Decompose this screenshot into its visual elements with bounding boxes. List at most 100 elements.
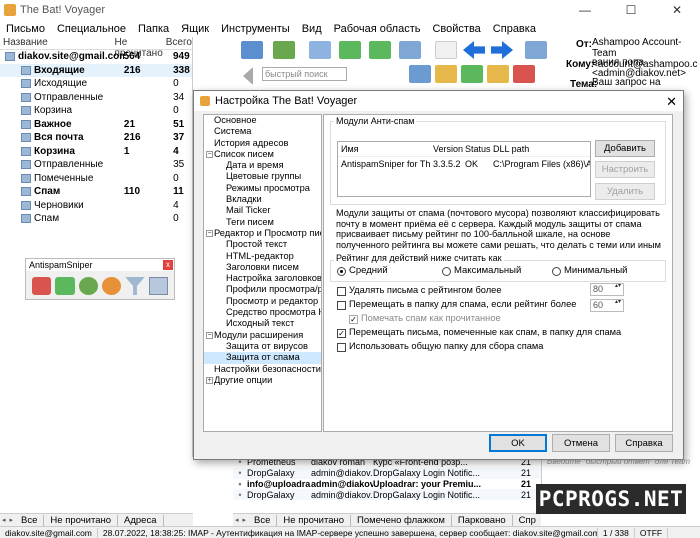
rating-min-label[interactable]: Минимальный [564,265,627,276]
menu-item[interactable]: Инструменты [215,23,296,35]
dialog-close-icon[interactable]: ✕ [666,94,677,110]
delete-spam-label[interactable]: Удалять письма с рейтингом более [349,285,502,295]
menu-item[interactable]: Рабочая область [328,23,427,35]
tab-scroll-left-icon[interactable]: ◂ [233,516,241,524]
settings-tree-item[interactable]: Mail Ticker [204,205,321,216]
settings-tree-item[interactable]: История адресов [204,138,321,149]
settings-tree-item[interactable]: Режимы просмотра [204,183,321,194]
settings-tree-item[interactable]: − Список писем [204,149,321,160]
rating-medium-label[interactable]: Средний [349,265,388,276]
message-row[interactable]: • DropGalaxy admin@diakov.n...DropGalaxy L… [233,489,541,501]
settings-tree-item[interactable]: Теги писем [204,217,321,228]
forward-icon[interactable] [399,41,421,59]
view-tab[interactable]: Все [15,514,45,526]
cancel-button[interactable]: Отмена [552,434,610,452]
settings-tree-item[interactable]: Профили просмотра/ред [204,284,321,295]
view-tab[interactable]: Не прочитано [277,514,352,526]
settings-tree-item[interactable]: Защита от спама [204,352,321,364]
mark-read-checkbox[interactable]: ✓ [349,315,358,324]
rating-min-radio[interactable] [552,267,561,276]
add-icon[interactable] [461,65,483,83]
folder-row[interactable]: Помеченные 0 [0,172,192,186]
move-spam-label[interactable]: Перемещать в папку для спама, если рейти… [349,299,576,309]
settings-tree-item[interactable]: Дата и время [204,160,321,171]
menu-item[interactable]: Вид [296,23,328,35]
rating-medium-radio[interactable] [337,267,346,276]
menu-item[interactable]: Специальное [51,23,132,35]
next-arrow-icon[interactable] [491,41,513,59]
refresh-icon[interactable] [78,277,98,295]
settings-tree-item[interactable]: Защита от вирусов [204,341,321,352]
settings-tree-item[interactable]: Просмотр и редактор пис [204,296,321,307]
filter-icon[interactable] [125,277,145,295]
settings-tree-item[interactable]: −Редактор и Просмотр писем [204,228,321,239]
settings-tree-item[interactable]: Заголовки писем [204,262,321,273]
column-total-header[interactable]: Всего [163,37,192,49]
minimize-button[interactable]: — [562,0,608,20]
column-name-header[interactable]: Название [0,37,112,49]
view-tab[interactable]: Помечено флажком [351,514,452,526]
target-icon[interactable] [101,277,122,295]
folder-row[interactable]: Спам 110 11 [0,185,192,199]
folder-action-icon[interactable] [525,41,547,59]
send-mail-icon[interactable] [273,41,295,59]
menu-item[interactable]: Справка [487,23,542,35]
mark-read-label[interactable]: Помечать спам как прочитанное [361,313,501,323]
to-value[interactable]: вания попа <admin@diakov.net> [592,57,697,79]
menu-item[interactable]: Свойства [426,23,486,35]
tab-scroll-right-icon[interactable]: ▸ [241,516,249,524]
settings-tree-item[interactable]: − Модули расширения [204,330,321,341]
folder-row[interactable]: diakov.site@gmail.com 564 949 [0,50,192,64]
settings-tree-item[interactable]: Средство просмотра HTM [204,307,321,318]
mark-spam-icon[interactable] [32,277,52,295]
configure-module-button[interactable]: Настроить [595,161,655,178]
view-tab[interactable]: Не прочитано [44,514,119,526]
move-spam-checkbox[interactable] [337,301,346,310]
settings-tree-item[interactable]: Система [204,126,321,137]
message-row[interactable]: • DropGalaxy admin@diakov.n...DropGalaxy L… [233,467,541,479]
settings-tree-item[interactable]: Исходный текст [204,318,321,329]
antispamsniper-close-icon[interactable]: x [163,260,173,270]
menu-item[interactable]: Папка [132,23,175,35]
help-button[interactable]: Справка [615,434,673,452]
column-unread-header[interactable]: Не прочитано [112,37,163,59]
folder-row[interactable]: Черновики 4 [0,199,192,213]
folder-row[interactable]: Корзина 1 4 [0,145,192,159]
delete-spam-checkbox[interactable] [337,287,346,296]
col-version[interactable]: Version [430,144,463,154]
col-dll[interactable]: DLL path [490,144,590,154]
remove-module-button[interactable]: Удалить [595,183,655,200]
statistics-icon[interactable] [148,277,169,295]
view-tab[interactable]: Спр [513,515,541,526]
maximize-button[interactable]: ☐ [608,0,654,20]
common-folder-label[interactable]: Использовать общую папку для сбора спама [349,341,543,351]
module-row[interactable]: AntispamSniper for The ... 3.3.5.2 OK C:… [338,157,590,171]
settings-tree-item[interactable]: HTML-редактор [204,251,321,262]
address-book-icon[interactable] [409,65,431,83]
settings-icon[interactable] [513,65,535,83]
new-folder-icon[interactable] [435,65,457,83]
quick-search-input[interactable]: быстрый поиск [262,67,347,81]
menu-item[interactable]: Ящик [175,23,215,35]
move-flagged-label[interactable]: Перемещать письма, помеченные как спам, … [349,327,621,337]
tab-scroll-left-icon[interactable]: ◂ [0,516,8,524]
settings-tree-item[interactable]: Цветовые группы [204,171,321,182]
reply-icon[interactable] [339,41,361,59]
settings-tree-item[interactable]: Настройка заголовков [204,273,321,284]
settings-tree-item[interactable]: Простой текст [204,239,321,250]
settings-tree-item[interactable]: Вкладки [204,194,321,205]
settings-tree-item[interactable]: + Другие опции [204,375,321,386]
rating-max-label[interactable]: Максимальный [454,265,521,276]
mark-ham-icon[interactable] [55,277,75,295]
folder-row[interactable]: Входящие 216 338 [0,63,192,77]
folder-row[interactable]: Исходящие 0 [0,77,192,91]
back-chevron-icon[interactable] [243,67,253,85]
move-rating-input[interactable]: 60 [590,299,624,312]
delete-icon[interactable] [435,41,457,59]
view-tab[interactable]: Адреса [118,514,164,526]
tab-scroll-right-icon[interactable]: ▸ [8,516,16,524]
folder-row[interactable]: Важное 21 51 [0,118,192,132]
message-row[interactable]: • info@uploadra...admin@diakov.n...Upload… [233,478,541,490]
common-folder-checkbox[interactable] [337,343,346,352]
view-tab[interactable]: Парковано [452,514,513,526]
